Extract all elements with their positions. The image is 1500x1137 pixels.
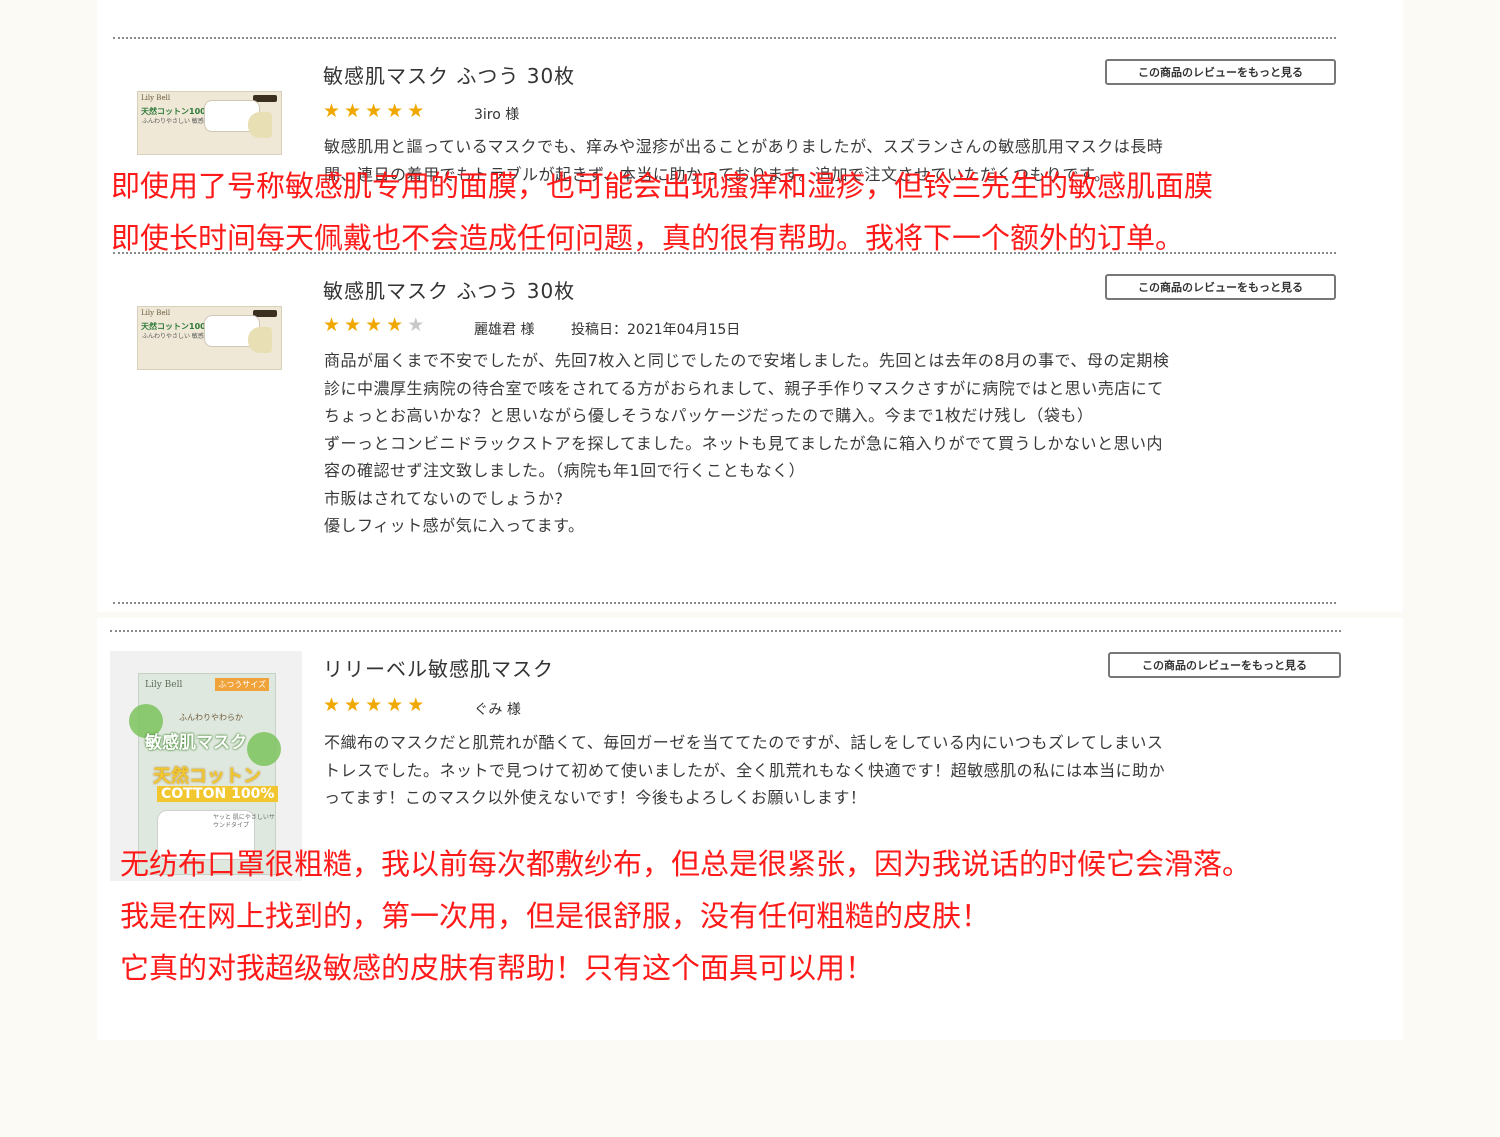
star-icon: ★: [407, 100, 429, 122]
review-line: 診に中濃厚生病院の待合室で咳をされてる方がおられまして、親子手作りマスクさすがに…: [324, 378, 1164, 398]
star-icon: ★: [323, 314, 345, 336]
package-subtitle: ふんわりやわらか: [179, 713, 243, 722]
review-line: トレスでした。ネットで見つけて初めて使いましたが、全く肌荒れもなく快適です！超敏…: [324, 760, 1166, 780]
mask-strap-image: [248, 327, 272, 353]
star-icon: ★: [365, 100, 387, 122]
star-icon: ★: [323, 694, 345, 716]
brand-logo: Lily Bell: [145, 680, 183, 690]
more-reviews-button[interactable]: この商品のレビューをもっと見る: [1108, 652, 1341, 678]
reviewer-name: ぐみ 様: [474, 702, 521, 718]
translation-overlay: 即使用了号称敏感肌专用的面膜，也可能会出现瘙痒和湿疹，但铃兰先生的敏感肌面膜 即…: [111, 160, 1213, 264]
package-cotton-label: 天然コットン: [153, 766, 261, 787]
star-icon: ★: [365, 314, 387, 336]
brand-logo: Lily Bell: [141, 94, 171, 102]
review-body: 商品が届くまで不安でしたが、先回7枚入と同じでしたので安堵しました。先回とは去年…: [324, 347, 1169, 540]
star-icon: ★: [344, 100, 366, 122]
translation-line: 无纺布口罩很粗糙，我以前每次都敷纱布，但总是很紧张，因为我说话的时候它会滑落。: [120, 847, 1252, 881]
divider: [113, 602, 1336, 604]
star-icon: ★: [344, 314, 366, 336]
star-icon: ★: [344, 694, 366, 716]
package-title: 敏感肌マスク: [145, 733, 247, 753]
star-icon: ★: [407, 694, 429, 716]
divider: [110, 630, 1341, 632]
more-reviews-button[interactable]: この商品のレビューをもっと見る: [1105, 274, 1336, 300]
star-rating: ★★★★★: [323, 314, 428, 336]
package-percent-badge: COTTON 100%: [157, 786, 279, 802]
translation-line: 即使长时间每天佩戴也不会造成任何问题，真的很有帮助。我将下一个额外的订单。: [111, 221, 1185, 255]
product-thumbnail[interactable]: Lily Bell 天然コットン100% ふんわりやさしい 敏感肌マスク: [137, 306, 282, 370]
review-line: 敏感肌用と謳っているマスクでも、痒みや湿疹が出ることがありましたが、スズランさん…: [324, 137, 1164, 156]
review-line: 市販はされてないのでしょうか?: [324, 488, 564, 508]
star-rating: ★★★★★: [323, 694, 428, 716]
mask-strap-image: [248, 112, 272, 138]
star-icon: ★: [386, 314, 408, 336]
translation-line: 我是在网上找到的，第一次用，但是很舒服，没有任何粗糙的皮肤！: [120, 899, 991, 933]
star-icon: ★: [323, 100, 345, 122]
review-date: 投稿日：2021年04月15日: [571, 322, 741, 338]
product-title[interactable]: 敏感肌マスク ふつう 30枚: [323, 275, 575, 304]
product-title[interactable]: 敏感肌マスク ふつう 30枚: [323, 60, 575, 89]
star-icon: ★: [386, 694, 408, 716]
leaf-icon: [247, 732, 281, 766]
translation-line: 即使用了号称敏感肌专用的面膜，也可能会出现瘙痒和湿疹，但铃兰先生的敏感肌面膜: [111, 169, 1214, 203]
product-thumbnail[interactable]: Lily Bell 天然コットン100% ふんわりやさしい 敏感肌マスク: [137, 91, 282, 155]
review-line: ずーっとコンビニドラックストアを探してました。ネットも見てましたが急に箱入りがで…: [324, 433, 1163, 453]
translation-line: 它真的对我超级敏感的皮肤有帮助！只有这个面具可以用！: [120, 951, 875, 985]
brand-logo: Lily Bell: [141, 309, 171, 317]
star-rating: ★★★★★: [323, 100, 428, 122]
package-title: 天然コットン100%: [141, 322, 214, 331]
review-line: 商品が届くまで不安でしたが、先回7枚入と同じでしたので安堵しました。先回とは去年…: [324, 351, 1170, 370]
review-line: 不織布のマスクだと肌荒れが酷くて、毎回ガーゼを当ててたのですが、話しをしている内…: [324, 733, 1164, 752]
product-title[interactable]: リリーベル敏感肌マスク: [323, 653, 554, 682]
review-body: 不織布のマスクだと肌荒れが酷くて、毎回ガーゼを当ててたのですが、話しをしている内…: [324, 729, 1165, 812]
review-line: ちょっとお高いかな？と思いながら優しそうなパッケージだったので購入。今まで1枚だ…: [324, 406, 1094, 425]
review-line: 容の確認せず注文致しました。（病院も年1回で行くこともなく）: [324, 461, 806, 480]
package-note: ヤッと 肌にやさしいサウンドタイプ: [213, 814, 275, 829]
star-icon: ★: [365, 694, 387, 716]
divider: [113, 37, 1336, 39]
size-tag: ふつうサイズ: [215, 678, 269, 691]
review-line: ってます！このマスク以外使えないです！今後もよろしくお願いします！: [324, 788, 867, 807]
package-title: 天然コットン100%: [141, 107, 214, 116]
review-line: 優しフィット感が気に入ってます。: [324, 516, 585, 535]
star-empty-icon: ★: [407, 314, 429, 336]
translation-overlay: 无纺布口罩很粗糙，我以前每次都敷纱布，但总是很紧张，因为我说话的时候它会滑落。 …: [120, 838, 1251, 994]
reviewer-name: 麗雄君 様: [474, 322, 535, 338]
more-reviews-button[interactable]: この商品のレビューをもっと見る: [1105, 59, 1336, 85]
star-icon: ★: [386, 100, 408, 122]
reviewer-name: 3iro 様: [474, 107, 520, 123]
